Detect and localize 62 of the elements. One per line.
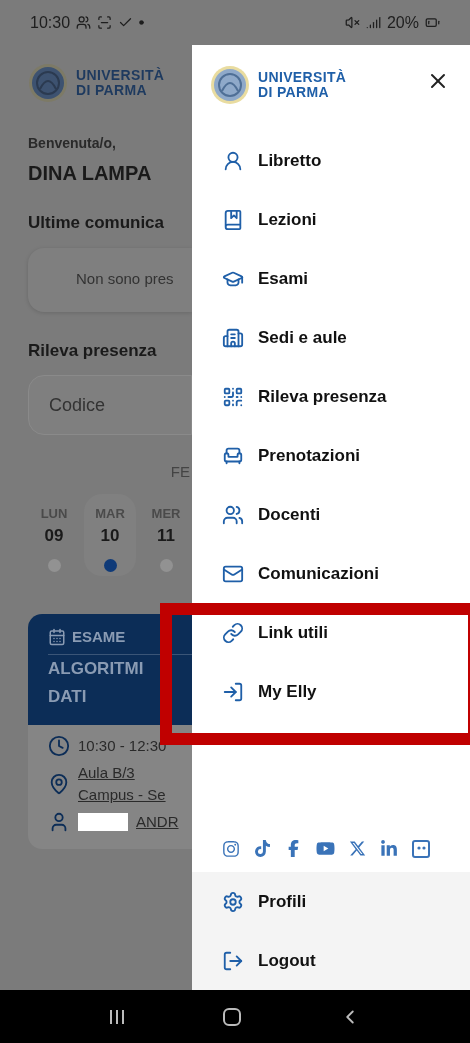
teacher-link[interactable]: ANDR xyxy=(136,810,179,833)
section-title: Rileva presenza xyxy=(28,339,158,362)
book-icon xyxy=(222,208,244,231)
room-link[interactable]: Aula B/3 xyxy=(78,761,166,784)
menu-item[interactable]: Docenti xyxy=(192,485,470,544)
link-icon xyxy=(222,621,244,644)
x-icon[interactable] xyxy=(349,840,366,857)
section-title: Ultime comunica xyxy=(28,212,166,234)
day-number: 10 xyxy=(100,525,120,547)
menu-item[interactable]: Link utili xyxy=(192,603,470,662)
menu-item[interactable]: Comunicazioni xyxy=(192,544,470,603)
logo-text: UNIVERSITÀ xyxy=(258,70,347,85)
location-pin-icon xyxy=(48,773,70,795)
menu-item[interactable]: Libretto xyxy=(192,131,470,190)
menu-item[interactable]: Prenotazioni xyxy=(192,426,470,485)
menu-item[interactable]: Lezioni xyxy=(192,190,470,249)
youtube-icon[interactable] xyxy=(316,839,335,858)
code-input-field[interactable]: Codice xyxy=(28,375,192,435)
menu-item[interactable]: Rileva presenza xyxy=(192,367,470,426)
scan-icon xyxy=(97,15,113,30)
menu-item[interactable]: Sedi e aule xyxy=(192,308,470,367)
battery-icon xyxy=(425,15,440,30)
status-time: 10:30 xyxy=(30,12,71,33)
settings-icon xyxy=(222,890,244,913)
location-link[interactable]: Campus - Se xyxy=(78,784,166,807)
menu-item[interactable]: Logout xyxy=(192,931,470,990)
clock-icon xyxy=(48,735,70,758)
day-number: 11 xyxy=(157,525,175,547)
user-name: DINA LAMPA xyxy=(28,161,153,186)
seal-icon xyxy=(28,63,68,103)
people-icon xyxy=(222,503,244,526)
signal-icon xyxy=(365,15,381,30)
menu-item[interactable]: Profili xyxy=(192,872,470,931)
linkedin-icon[interactable] xyxy=(380,839,398,858)
building-icon xyxy=(222,326,244,349)
qr-code-icon xyxy=(222,385,244,408)
login-icon xyxy=(222,680,244,703)
people-icon xyxy=(76,15,92,30)
instagram-icon[interactable] xyxy=(222,839,240,858)
event-kind: ESAME xyxy=(72,626,126,647)
logout-icon xyxy=(222,949,244,972)
tiktok-icon[interactable] xyxy=(254,840,271,857)
menu-item[interactable]: My Elly xyxy=(192,662,470,721)
recent-apps-icon[interactable] xyxy=(109,1007,125,1026)
greeting-text: Benvenuta/o, xyxy=(28,134,117,153)
menu-item[interactable]: Esami xyxy=(192,249,470,308)
home-icon[interactable] xyxy=(223,1007,241,1026)
event-title: ALGORITMI xyxy=(48,658,145,680)
dot-icon xyxy=(139,20,145,25)
calendar-icon xyxy=(48,627,66,646)
two-dots-square-icon[interactable] xyxy=(412,839,430,858)
day-number: 09 xyxy=(44,525,64,547)
mute-icon xyxy=(344,15,360,30)
battery-text: 20% xyxy=(386,12,419,33)
event-title: DATI xyxy=(48,686,88,708)
logo-text: UNIVERSITÀ xyxy=(76,68,165,83)
logo-text: DI PARMA xyxy=(258,85,330,100)
seal-icon xyxy=(210,65,250,105)
logo-text: DI PARMA xyxy=(76,83,148,98)
redaction-block xyxy=(78,812,128,831)
person-icon xyxy=(222,149,244,172)
empty-message: Non sono pres xyxy=(76,269,174,290)
